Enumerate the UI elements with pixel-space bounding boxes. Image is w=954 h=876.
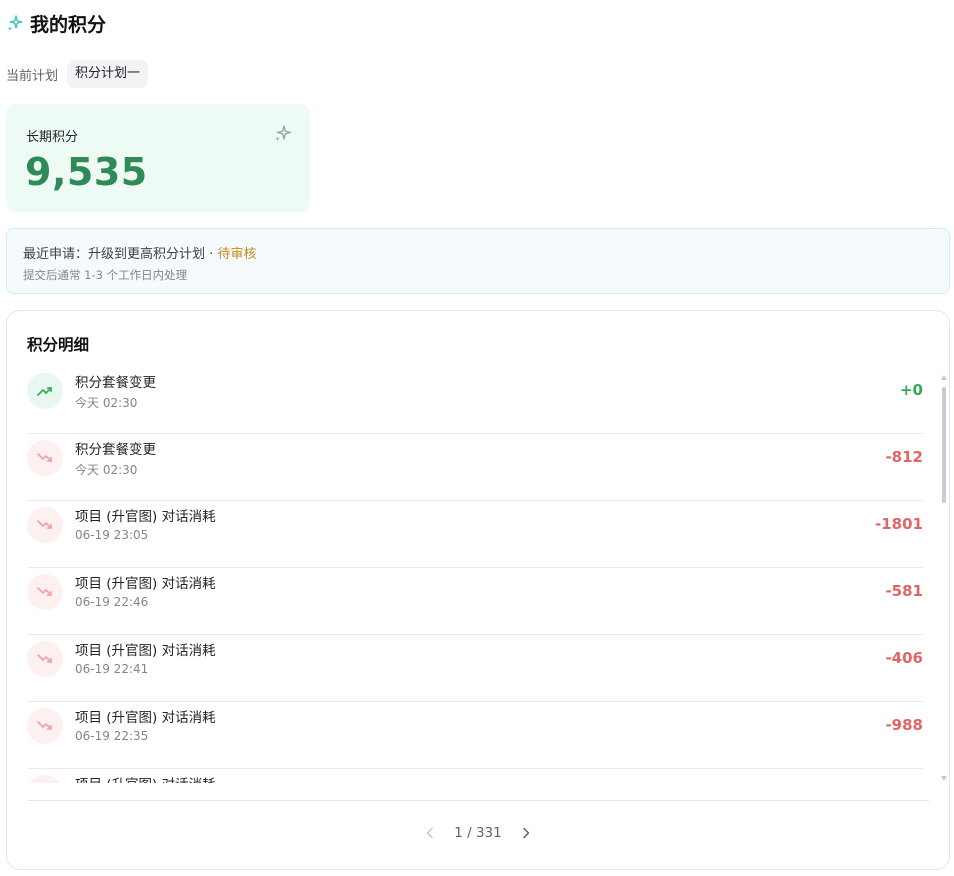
item-name: 项目 (升官图) 对话消耗 [75,773,216,783]
item-name: 项目 (升官图) 对话消耗 [75,710,216,726]
divider [27,800,929,801]
list-item: 项目 (升官图) 对话消耗 06-19 23:05 -1801 [27,501,923,568]
recent-request-banner: 最近申请：升级到更高积分计划 · 待审核 提交后通常 1-3 个工作日内处理 [6,228,950,294]
page-header: 我的积分 [6,10,106,36]
detail-title: 积分明细 [27,336,90,354]
trend-down-icon [27,775,63,783]
long-term-points-card: 长期积分 9,535 [6,104,310,212]
points-detail-card: 积分明细 积分套餐变更 今天 02:30 +0 积分套餐变更 今天 02:30 … [6,310,950,870]
item-time: 06-19 22:46 [75,595,149,609]
item-amount: -581 [885,582,923,600]
page-title: 我的积分 [30,13,107,36]
list-item: 项目 (升官图) 对话消耗 06-19 22:35 -988 [27,702,923,769]
item-time: 06-19 22:41 [75,662,149,676]
trend-up-icon [27,373,63,409]
prev-page-button[interactable] [416,819,444,847]
separator: · [205,247,218,262]
status-badge: 待审核 [217,247,257,262]
list-item: 项目 (升官图) 对话消耗 06-19 22:46 -581 [27,568,923,635]
recent-request-line: 最近申请：升级到更高积分计划 · 待审核 [23,243,256,262]
current-plan: 当前计划 积分计划一 [6,60,149,88]
recent-request-prefix: 最近申请： [23,247,89,262]
list-item: 项目 (升官图) 对话消耗 [27,769,923,783]
trend-down-icon [27,708,63,744]
item-name: 项目 (升官图) 对话消耗 [75,643,216,659]
recent-request-note: 提交后通常 1-3 个工作日内处理 [23,268,188,282]
points-label: 长期积分 [26,130,79,145]
scrollbar-thumb[interactable] [942,387,946,503]
list-item: 积分套餐变更 今天 02:30 +0 [27,367,923,434]
trend-down-icon [27,574,63,610]
item-name: 项目 (升官图) 对话消耗 [75,509,216,525]
list-item: 积分套餐变更 今天 02:30 -812 [27,434,923,501]
item-time: 06-19 23:05 [75,528,149,542]
next-page-button[interactable] [512,819,540,847]
list-scrollbar[interactable] [941,375,947,781]
chevron-right-icon [523,827,529,839]
points-page: 我的积分 当前计划 积分计划一 长期积分 9,535 最近申请：升级到更高积分计… [0,0,954,876]
item-amount: +0 [899,381,923,399]
item-time: 06-19 22:35 [75,729,149,743]
pagination: 1 / 331 [7,819,949,847]
scroll-up-arrow-icon[interactable] [941,375,947,380]
item-time: 今天 02:30 [75,463,138,477]
current-plan-label: 当前计划 [6,68,59,84]
scroll-down-arrow-icon[interactable] [941,776,947,781]
item-name: 积分套餐变更 [75,442,156,458]
trend-down-icon [27,440,63,476]
item-amount: -406 [885,649,923,667]
item-amount: -1801 [875,515,923,533]
sparkle-icon [6,14,24,32]
points-list[interactable]: 积分套餐变更 今天 02:30 +0 积分套餐变更 今天 02:30 -812 … [27,367,923,783]
item-amount: -988 [885,716,923,734]
item-name: 项目 (升官图) 对话消耗 [75,576,216,592]
chevron-left-icon [427,827,433,839]
current-plan-chip: 积分计划一 [67,60,149,88]
trend-down-icon [27,507,63,543]
item-amount: -812 [885,448,923,466]
sparkle-icon [274,124,292,142]
points-value: 9,535 [25,150,148,194]
list-item: 项目 (升官图) 对话消耗 06-19 22:41 -406 [27,635,923,702]
item-name: 积分套餐变更 [75,375,156,391]
item-time: 今天 02:30 [75,396,138,410]
recent-request-text: 升级到更高积分计划 [88,247,206,262]
trend-down-icon [27,641,63,677]
page-indicator: 1 / 331 [454,825,502,841]
